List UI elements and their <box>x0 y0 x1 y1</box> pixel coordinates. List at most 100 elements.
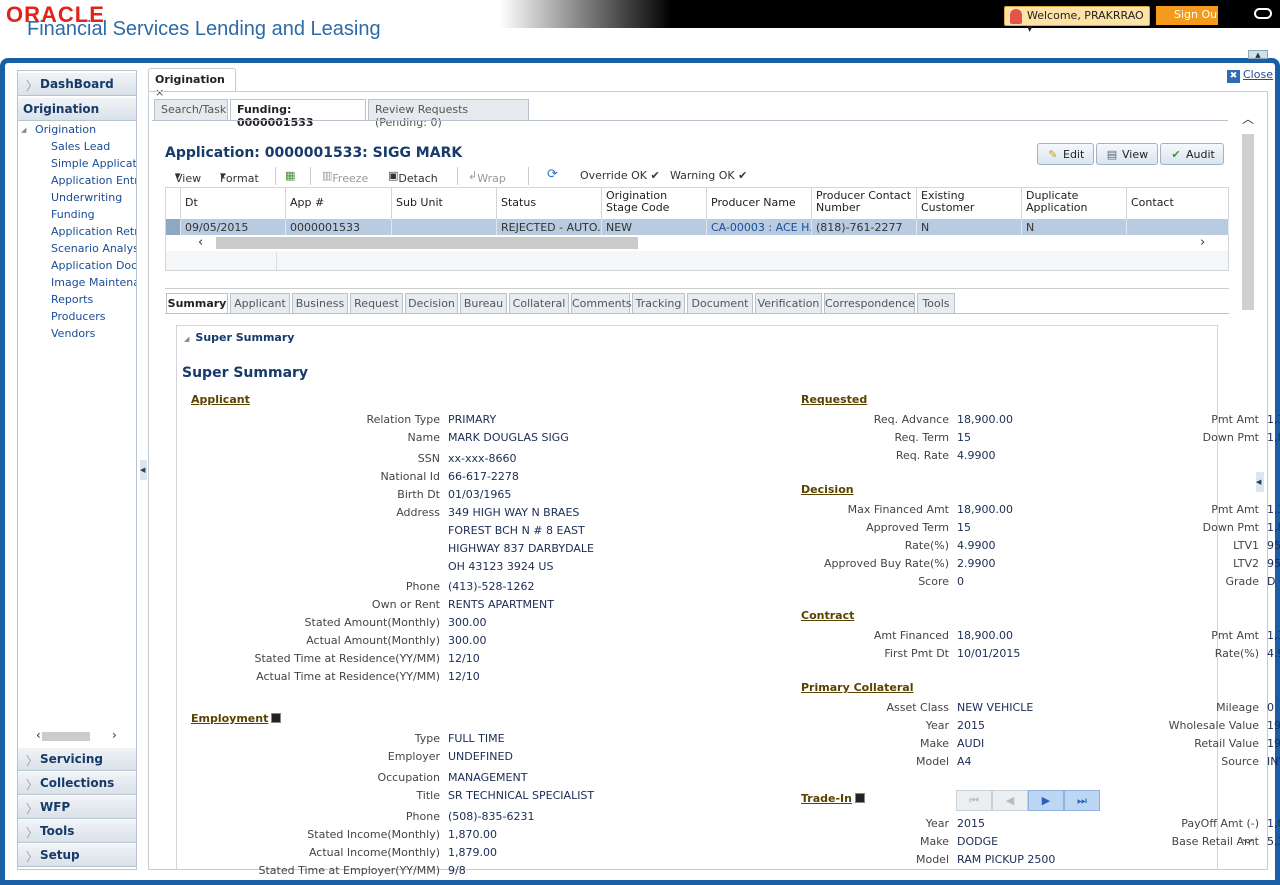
sidebar-item-simple-application[interactable]: Simple Application <box>18 157 136 174</box>
grid-horizontal-scrollbar[interactable]: ‹ › <box>166 235 1228 251</box>
tree-root-origination[interactable]: Origination <box>18 123 136 140</box>
user-menu[interactable]: Welcome, PRAKRRAO ▾ <box>1004 6 1150 35</box>
field-label: Occupation <box>377 771 440 784</box>
field-label: Pmt Amt <box>1211 503 1259 516</box>
field-value: 2015 <box>957 817 985 830</box>
tab-bureau[interactable]: Bureau <box>460 293 507 314</box>
sidebar-item-application-retrieval[interactable]: Application Retrieval <box>18 225 136 242</box>
scroll-right-icon[interactable]: › <box>112 728 117 742</box>
collapse-header-button[interactable]: ▲ <box>1248 50 1268 59</box>
status-ring-icon <box>1254 8 1272 19</box>
close-button[interactable]: ✖ Close <box>1227 68 1273 83</box>
sidebar-item-producers[interactable]: Producers <box>18 310 136 327</box>
column-header[interactable]: Existing Customer <box>917 188 1022 219</box>
field-label: Type <box>414 732 440 745</box>
sidebar-servicing[interactable]: 〉 Servicing <box>18 748 136 771</box>
requested-heading-label: Requested <box>801 393 868 406</box>
field-label: Own or Rent <box>371 598 440 611</box>
column-header[interactable]: Contact <box>1127 188 1229 219</box>
filter-icon[interactable]: ▦ <box>285 169 295 182</box>
sidebar-item-reports[interactable]: Reports <box>18 293 136 310</box>
separator <box>310 167 311 185</box>
view-button[interactable]: ▤ View <box>1096 143 1158 165</box>
tab-request[interactable]: Request <box>350 293 403 314</box>
sidebar-collections[interactable]: 〉 Collections <box>18 772 136 795</box>
first-page-icon[interactable]: ⏮ <box>956 790 992 811</box>
last-page-icon[interactable]: ⏭ <box>1064 790 1100 811</box>
row-selector[interactable] <box>166 219 181 235</box>
scroll-thumb[interactable] <box>1242 134 1254 310</box>
field-value: 12/10 <box>448 670 480 683</box>
column-header[interactable]: Status <box>497 188 602 219</box>
tab-document[interactable]: Document <box>687 293 753 314</box>
view-menu[interactable]: View ▾ <box>175 169 201 185</box>
field-value: SR TECHNICAL SPECIALIST <box>448 789 595 802</box>
warning-ok-toggle[interactable]: Warning OK ✔ <box>670 169 747 182</box>
detach-button[interactable]: ▣ Detach <box>388 169 438 185</box>
sidebar-item-application-document[interactable]: Application Document <box>18 259 136 276</box>
sidebar-item-application-entry[interactable]: Application Entry <box>18 174 136 191</box>
popup-icon[interactable] <box>854 793 865 803</box>
freeze-button[interactable]: ▥ Freeze <box>322 169 368 185</box>
column-header[interactable]: Origination Stage Code <box>602 188 707 219</box>
subtab-search-task[interactable]: Search/Task <box>154 99 228 121</box>
sidebar-tools[interactable]: 〉 Tools <box>18 820 136 843</box>
sidebar-item-underwriting[interactable]: Underwriting <box>18 191 136 208</box>
sidebar-item-scenario-analysis[interactable]: Scenario Analysis <box>18 242 136 259</box>
sidebar-origination[interactable]: Origination <box>18 98 136 121</box>
next-page-icon[interactable]: ▶ <box>1028 790 1064 811</box>
sidebar-setup[interactable]: 〉 Setup <box>18 844 136 867</box>
tab-comments[interactable]: Comments <box>571 293 632 314</box>
tab-summary[interactable]: Summary <box>166 293 228 314</box>
edit-button[interactable]: ✎ Edit <box>1037 143 1094 165</box>
format-menu[interactable]: Format ▾ <box>220 169 259 185</box>
subtab-funding[interactable]: Funding: 0000001533 <box>230 99 366 129</box>
scroll-left-icon[interactable]: ‹ <box>198 235 203 250</box>
field-label: Birth Dt <box>397 488 440 501</box>
tab-applicant[interactable]: Applicant <box>230 293 290 314</box>
producer-link[interactable]: CA-00003 : ACE H... <box>707 219 812 235</box>
popup-icon[interactable] <box>271 713 282 723</box>
tab-decision[interactable]: Decision <box>405 293 458 314</box>
column-header[interactable]: App # <box>286 188 392 219</box>
sidebar-item-funding[interactable]: Funding <box>18 208 136 225</box>
audit-button[interactable]: ✔ Audit <box>1160 143 1224 165</box>
tab-correspondence[interactable]: Correspondence <box>824 293 915 314</box>
field-label: Phone <box>405 580 440 593</box>
summary-row: Occupation MANAGEMENT <box>191 769 751 787</box>
tab-business[interactable]: Business <box>292 293 348 314</box>
scroll-thumb[interactable] <box>42 732 90 741</box>
sidebar-dashboard[interactable]: 〉 DashBoard <box>18 73 136 96</box>
sidebar-scrollbar[interactable]: ‹ › <box>20 728 134 744</box>
super-summary-toggle[interactable]: Super Summary <box>184 331 294 344</box>
refresh-icon[interactable]: ⟳ <box>547 167 558 182</box>
column-header[interactable]: Dt <box>181 188 286 219</box>
column-header[interactable]: Producer Name <box>707 188 812 219</box>
subtab-review-requests[interactable]: Review Requests (Pending: 0) <box>368 99 529 129</box>
tab-tools[interactable]: Tools <box>917 293 955 314</box>
wrap-button[interactable]: ↲ Wrap <box>468 169 506 185</box>
tab-verification[interactable]: Verification <box>755 293 822 314</box>
sign-out-link[interactable]: Sign Out [QA] <box>1156 6 1218 25</box>
field-label: Max Financed Amt <box>847 503 949 516</box>
column-header[interactable]: Sub Unit <box>392 188 497 219</box>
summary-row: Amt Financed 18,900.00 Pmt Amt 1,302.25 <box>801 627 1280 645</box>
sidebar-item-image-maintenance[interactable]: Image Maintenance <box>18 276 136 293</box>
sidebar-item-vendors[interactable]: Vendors <box>18 327 136 344</box>
tab-collateral[interactable]: Collateral <box>509 293 569 314</box>
sidebar-wfp[interactable]: 〉 WFP <box>18 796 136 819</box>
override-ok-toggle[interactable]: Override OK ✔ <box>580 169 660 182</box>
scroll-thumb[interactable] <box>216 237 638 249</box>
right-panel-toggle[interactable]: ◀ <box>1256 472 1264 492</box>
tab-tracking[interactable]: Tracking <box>632 293 685 314</box>
scroll-left-icon[interactable]: ‹ <box>36 728 41 742</box>
sidebar-collapse-button[interactable]: ◀ <box>140 460 147 480</box>
summary-row: Stated Income(Monthly) 1,870.00 <box>191 826 751 844</box>
tab-origination[interactable]: Origination × <box>148 68 236 99</box>
previous-page-icon[interactable]: ◀ <box>992 790 1028 811</box>
scroll-right-icon[interactable]: › <box>1200 235 1205 250</box>
column-header[interactable]: Producer Contact Number <box>812 188 917 219</box>
column-header[interactable]: Duplicate Application <box>1022 188 1127 219</box>
sidebar-item-sales-lead[interactable]: Sales Lead <box>18 140 136 157</box>
scroll-up-icon[interactable]: ︿ <box>1242 110 1254 127</box>
